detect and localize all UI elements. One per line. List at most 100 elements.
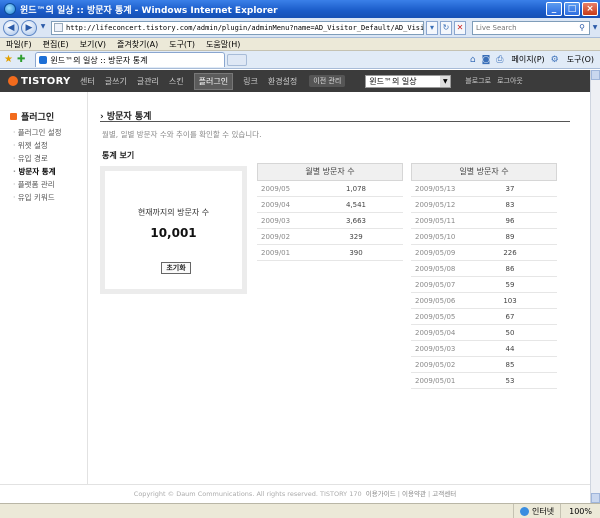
maximize-button[interactable]: □	[564, 2, 580, 16]
logout-link[interactable]: 로그아웃	[497, 76, 523, 86]
table-row: 2009/05/08 86	[411, 261, 557, 277]
row-count: 86	[505, 264, 515, 273]
row-date: 2009/05/13	[415, 184, 456, 193]
sidebar-item-widget-settings[interactable]: 위젯 설정	[13, 139, 62, 152]
history-dropdown-icon[interactable]: ▼	[39, 20, 47, 36]
tistory-menu: 센터 글쓰기 글관리 스킨 플러그인 링크 환경설정 이전 관리	[80, 72, 346, 90]
table-row: 2009/05/03 44	[411, 341, 557, 357]
vertical-scrollbar[interactable]	[590, 70, 600, 503]
zoom-level[interactable]: 100%	[560, 503, 600, 518]
print-icon[interactable]: ⎙	[496, 55, 503, 65]
status-bar: 인터넷 100%	[0, 503, 600, 518]
blog-link[interactable]: 블로그로	[465, 76, 491, 86]
chevron-down-icon: ▼	[440, 75, 451, 87]
forward-button[interactable]: ▶	[21, 19, 37, 36]
monthly-header: 월별 방문자 수	[257, 163, 403, 181]
tab-bar: ★ ✚ 윈드™의 일상 :: 방문자 통계 ⌂ ◙ ⎙ 페이지(P) ⚙ 도구(…	[0, 51, 600, 69]
feeds-icon[interactable]: ◙	[482, 55, 491, 65]
globe-icon	[520, 506, 530, 516]
table-row: 2009/04 4,541	[257, 197, 403, 213]
search-icon[interactable]: ⚲	[576, 22, 588, 34]
row-date: 2009/05/10	[415, 232, 456, 241]
search-field[interactable]: ⚲	[472, 20, 590, 35]
total-visitors-panel: 현재까지의 방문자 수 10,001 초기화	[100, 166, 247, 294]
menu-edit[interactable]: 편집(E)	[43, 39, 69, 50]
sidebar-item-keywords[interactable]: 유입 키워드	[13, 191, 62, 204]
nav-plugin[interactable]: 플러그인	[193, 72, 234, 90]
menu-view[interactable]: 보기(V)	[80, 39, 106, 50]
sidebar-item-plugin-settings[interactable]: 플러그인 설정	[13, 126, 62, 139]
table-row: 2009/05/11 96	[411, 213, 557, 229]
browser-tab[interactable]: 윈드™의 일상 :: 방문자 통계	[35, 52, 226, 67]
minimize-button[interactable]: _	[546, 2, 562, 16]
page-menu-button[interactable]: 페이지(P)	[512, 54, 545, 65]
nav-write[interactable]: 글쓰기	[105, 76, 127, 87]
sidebar-item-visitor-stats[interactable]: 방문자 통계	[13, 165, 62, 178]
row-count: 89	[505, 232, 515, 241]
sidebar-title: 플러그인	[10, 110, 54, 123]
row-count: 85	[505, 360, 515, 369]
search-dropdown-icon[interactable]: ▼	[590, 24, 600, 31]
tools-menu-button[interactable]: 도구(O)	[567, 54, 594, 65]
nav-skin[interactable]: 스킨	[169, 76, 184, 87]
url-field[interactable]: http://lifeconcert.tistory.com/admin/plu…	[51, 20, 424, 35]
search-input[interactable]	[476, 23, 576, 32]
security-zone[interactable]: 인터넷	[513, 503, 560, 518]
refresh-button[interactable]: ↻	[440, 20, 452, 35]
row-count: 37	[505, 184, 515, 193]
footer-guide-link[interactable]: 이용가이드	[366, 490, 396, 498]
daily-rows: 2009/05/13 37 2009/05/12 83 2009/05/11 96 2009…	[411, 181, 557, 389]
section-title: 통계 보기	[102, 151, 135, 160]
window-titlebar: 윈드™의 일상 :: 방문자 통계 - Windows Internet Exp…	[0, 0, 600, 18]
row-date: 2009/05/02	[415, 360, 456, 369]
sidebar-item-platform[interactable]: 플랫폼 관리	[13, 178, 62, 191]
tistory-logo[interactable]: TISTORY	[8, 76, 80, 87]
close-button[interactable]: ×	[582, 2, 598, 16]
blog-select[interactable]: 윈드™의 일상 ▼	[365, 74, 452, 88]
blog-select-value: 윈드™의 일상	[369, 76, 417, 86]
footer-support-link[interactable]: 고객센터	[432, 490, 456, 498]
scroll-down-icon[interactable]	[591, 493, 600, 503]
footer-terms-link[interactable]: 이용약관	[402, 490, 426, 498]
table-row: 2009/05 1,078	[257, 181, 403, 197]
url-dropdown-icon[interactable]: ▾	[426, 20, 438, 35]
row-date: 2009/05/08	[415, 264, 456, 273]
sidebar-item-referrers[interactable]: 유입 경로	[13, 152, 62, 165]
table-row: 2009/05/04 50	[411, 325, 557, 341]
address-bar: ◀ ▶ ▼ http://lifeconcert.tistory.com/adm…	[0, 18, 600, 38]
nav-center[interactable]: 센터	[80, 76, 95, 87]
stop-button[interactable]: ✕	[454, 20, 466, 35]
tistory-logo-icon	[8, 76, 18, 86]
row-date: 2009/05/03	[415, 344, 456, 353]
table-row: 2009/02 329	[257, 229, 403, 245]
row-count: 67	[505, 312, 515, 321]
menu-tools[interactable]: 도구(T)	[169, 39, 195, 50]
menu-favorites[interactable]: 즐겨찾기(A)	[117, 39, 158, 50]
monthly-rows: 2009/05 1,078 2009/04 4,541 2009/03 3,663 2009…	[257, 181, 403, 261]
row-date: 2009/05/07	[415, 280, 456, 289]
window-title: 윈드™의 일상 :: 방문자 통계 - Windows Internet Exp…	[20, 5, 278, 16]
nav-posts[interactable]: 글관리	[137, 76, 159, 87]
reset-button[interactable]: 초기화	[161, 262, 191, 274]
new-tab-button[interactable]	[227, 53, 248, 66]
menu-bar: 파일(F) 편집(E) 보기(V) 즐겨찾기(A) 도구(T) 도움말(H)	[0, 38, 600, 51]
plugin-bullet-icon	[10, 113, 17, 120]
menu-file[interactable]: 파일(F)	[6, 39, 32, 50]
scroll-up-icon[interactable]	[591, 70, 600, 80]
tab-label: 윈드™의 일상 :: 방문자 통계	[50, 55, 148, 65]
nav-link[interactable]: 링크	[243, 76, 258, 87]
title-divider	[100, 121, 570, 122]
home-icon[interactable]: ⌂	[470, 55, 476, 65]
add-favorite-icon[interactable]: ✚	[17, 54, 25, 65]
total-visitors-card: 현재까지의 방문자 수 10,001 초기화	[105, 171, 242, 289]
menu-help[interactable]: 도움말(H)	[206, 39, 240, 50]
footer-copyright: Copyright © Daum Communications. All rig…	[133, 490, 362, 498]
back-button[interactable]: ◀	[3, 19, 19, 36]
nav-settings[interactable]: 환경설정	[268, 76, 297, 87]
row-date: 2009/05/04	[415, 328, 456, 337]
old-admin-button[interactable]: 이전 관리	[309, 75, 346, 87]
favorites-star-icon[interactable]: ★	[4, 54, 13, 65]
row-date: 2009/05/12	[415, 200, 456, 209]
table-row: 2009/05/09 226	[411, 245, 557, 261]
row-date: 2009/05/06	[415, 296, 456, 305]
